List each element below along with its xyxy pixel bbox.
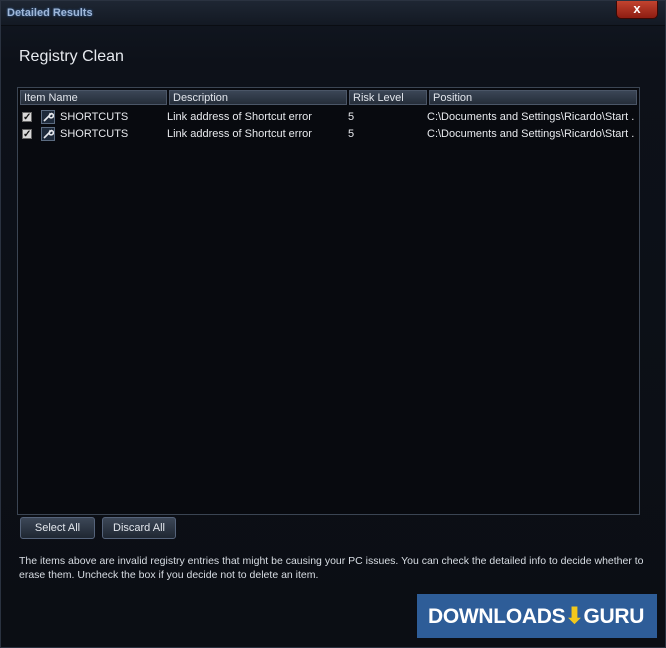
position-cell: C:\Documents and Settings\Ricardo\Start …: [427, 111, 635, 123]
info-text: The items above are invalid registry ent…: [19, 555, 644, 581]
table-row[interactable]: ✓ SHORTCUTS Link address of Shortcut err…: [18, 126, 637, 143]
column-header-position[interactable]: Position: [429, 90, 637, 105]
close-icon: x: [633, 1, 641, 16]
watermark-left-text: DOWNLOADS: [428, 605, 566, 628]
detailed-results-window: Detailed Results x Registry Clean Item N…: [0, 0, 666, 648]
page-title: Registry Clean: [19, 48, 124, 65]
position-cell: C:\Documents and Settings\Ricardo\Start …: [427, 128, 635, 140]
results-table[interactable]: Item Name Description Risk Level Positio…: [17, 87, 640, 515]
risk-level-cell: 5: [348, 111, 355, 123]
item-name-cell: SHORTCUTS: [60, 111, 129, 123]
description-cell: Link address of Shortcut error: [167, 128, 312, 140]
watermark-logo: DOWNLOADS⬇GURU: [417, 594, 657, 638]
description-cell: Link address of Shortcut error: [167, 111, 312, 123]
wrench-icon: [41, 110, 55, 124]
table-row[interactable]: ✓ SHORTCUTS Link address of Shortcut err…: [18, 109, 637, 126]
column-header-description[interactable]: Description: [169, 90, 347, 105]
row-checkbox[interactable]: ✓: [22, 112, 32, 123]
discard-all-button[interactable]: Discard All: [102, 517, 176, 539]
risk-level-cell: 5: [348, 128, 355, 140]
column-header-item-name[interactable]: Item Name: [20, 90, 167, 105]
close-button[interactable]: x: [616, 1, 658, 19]
download-arrow-icon: ⬇: [565, 603, 584, 628]
item-name-cell: SHORTCUTS: [60, 128, 129, 140]
select-all-button[interactable]: Select All: [20, 517, 95, 539]
title-bar[interactable]: Detailed Results x: [1, 1, 665, 26]
wrench-icon: [41, 127, 55, 141]
window-title: Detailed Results: [7, 7, 93, 19]
row-checkbox[interactable]: ✓: [22, 129, 32, 140]
watermark-right-text: GURU: [583, 605, 645, 628]
column-header-risk-level[interactable]: Risk Level: [349, 90, 427, 105]
